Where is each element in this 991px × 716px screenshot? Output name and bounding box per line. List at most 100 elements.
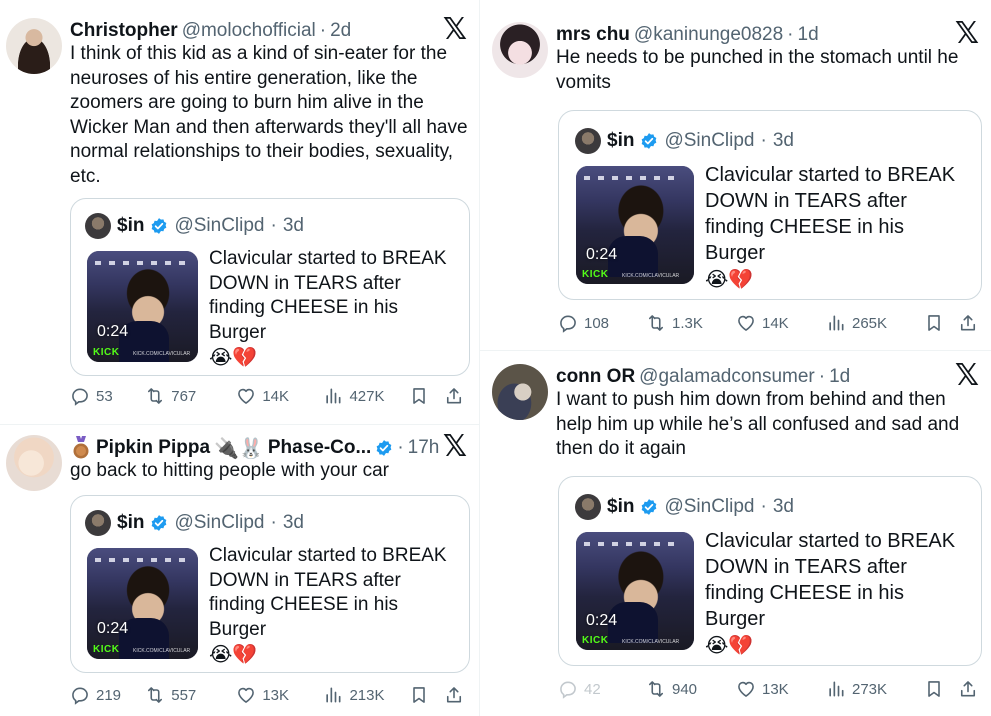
reply-button[interactable]: 53 [70, 386, 145, 406]
share-icon [447, 388, 462, 404]
handle[interactable]: @molochofficial [182, 20, 316, 42]
handle[interactable]: @galamadconsumer [639, 366, 815, 388]
avatar [575, 494, 601, 520]
reply-button[interactable]: 108 [558, 313, 646, 333]
views-button[interactable]: 213K [323, 685, 408, 705]
views-button[interactable]: 273K [826, 679, 924, 699]
tweet-header: Pipkin Pippa 🔌🐰 Phase-Co... · 17h [70, 435, 439, 461]
quoted-text: Clavicular started to BREAK DOWN in TEAR… [705, 162, 967, 292]
repost-button[interactable]: 557 [145, 685, 236, 705]
like-button[interactable]: 13K [736, 679, 826, 699]
timestamp[interactable]: 1d [798, 24, 819, 46]
tweet[interactable]: Christopher @molochofficial · 2d 𝕏 I thi… [6, 12, 474, 418]
tweet[interactable]: mrs chu @kaninunge0828 · 1d 𝕏 He needs t… [492, 19, 986, 342]
quoted-tweet[interactable]: $in @SinClipd · 3d 0:24 KICK KICK.COM/CL… [70, 198, 470, 376]
bookmark-icon [928, 315, 940, 331]
column-divider [479, 0, 480, 716]
like-icon [238, 687, 255, 703]
tweet-text: I want to push him down from behind and … [556, 389, 960, 459]
view-count: 213K [349, 686, 385, 704]
avatar[interactable] [6, 18, 62, 74]
watermark-url: KICK.COM/CLAVICULAR [622, 639, 680, 645]
name-emoji: 🔌🐰 [214, 436, 264, 460]
tweet-text: go back to hitting people with your car [70, 460, 389, 481]
repost-icon [648, 681, 664, 697]
quoted-tweet[interactable]: $in @SinClipd · 3d 0:24 KICK KICK.COM/CL… [70, 495, 470, 673]
separator-dot: · [270, 215, 277, 236]
handle: @SinClipd [174, 512, 265, 533]
repost-button[interactable]: 1.3K [646, 313, 736, 333]
reply-button[interactable]: 42 [558, 679, 646, 699]
share-icon [447, 687, 462, 703]
bookmark-button[interactable] [924, 679, 958, 699]
bookmark-button[interactable] [409, 685, 445, 705]
bookmark-icon [928, 681, 940, 697]
like-button[interactable]: 14K [736, 313, 826, 333]
repost-button[interactable]: 940 [646, 679, 736, 699]
avatar[interactable] [492, 22, 548, 78]
share-button[interactable] [444, 386, 468, 406]
watermark-url: KICK.COM/CLAVICULAR [133, 351, 191, 357]
timestamp[interactable]: 2d [330, 20, 351, 42]
video-thumbnail[interactable]: 0:24 KICK KICK.COM/CLAVICULAR [576, 166, 694, 284]
tweet[interactable]: Pipkin Pippa 🔌🐰 Phase-Co... · 17h 𝕏 go b… [6, 429, 474, 715]
like-button[interactable]: 13K [236, 685, 323, 705]
timestamp[interactable]: 17h [408, 437, 440, 459]
repost-icon [648, 315, 664, 331]
like-icon [738, 315, 754, 331]
reply-count: 42 [584, 680, 601, 698]
views-button[interactable]: 265K [826, 313, 924, 333]
watermark-url: KICK.COM/CLAVICULAR [133, 648, 191, 654]
emoji: 😭💔 [705, 267, 754, 291]
repost-count: 557 [171, 686, 197, 704]
video-thumbnail[interactable]: 0:24 KICK KICK.COM/CLAVICULAR [87, 548, 198, 659]
share-button[interactable] [958, 313, 980, 333]
views-icon [326, 388, 341, 404]
separator-dot: · [270, 512, 277, 533]
verified-badge-icon [640, 498, 658, 516]
video-thumbnail[interactable]: 0:24 KICK KICK.COM/CLAVICULAR [87, 251, 198, 362]
video-thumbnail[interactable]: 0:24 KICK KICK.COM/CLAVICULAR [576, 532, 694, 650]
verified-badge-icon [375, 439, 393, 457]
display-name[interactable]: mrs chu [556, 24, 630, 46]
views-button[interactable]: 427K [323, 386, 408, 406]
share-button[interactable] [958, 679, 980, 699]
x-logo-icon: 𝕏 [442, 12, 468, 47]
quoted-text-body: Clavicular started to BREAK DOWN in TEAR… [705, 530, 956, 630]
display-name[interactable]: Pipkin Pippa [96, 437, 210, 459]
separator-dot: · [397, 437, 404, 458]
kick-watermark: KICK [582, 269, 609, 280]
share-button[interactable] [444, 685, 468, 705]
bookmark-button[interactable] [924, 313, 958, 333]
tweet[interactable]: conn OR @galamadconsumer · 1d 𝕏 I want t… [492, 361, 986, 714]
bookmark-button[interactable] [409, 386, 445, 406]
display-name[interactable]: Christopher [70, 20, 178, 42]
views-icon [326, 687, 341, 703]
quoted-tweet[interactable]: $in @SinClipd · 3d 0:24 KICK KICK.COM/CL… [558, 476, 982, 666]
avatar [575, 128, 601, 154]
quoted-text: Clavicular started to BREAK DOWN in TEAR… [209, 544, 459, 667]
avatar[interactable] [492, 364, 548, 420]
video-duration: 0:24 [97, 620, 129, 637]
handle[interactable]: @kaninunge0828 [634, 24, 783, 46]
timestamp: 3d [282, 215, 304, 236]
divider [480, 350, 991, 351]
x-logo-icon: 𝕏 [442, 429, 468, 464]
like-count: 14K [762, 314, 789, 332]
display-name[interactable]: conn OR [556, 366, 635, 388]
view-count: 273K [852, 680, 888, 698]
reply-button[interactable]: 219 [70, 685, 145, 705]
quoted-tweet[interactable]: $in @SinClipd · 3d 0:24 KICK KICK.COM/CL… [558, 110, 982, 300]
timestamp: 3d [772, 496, 794, 517]
verified-badge-icon [150, 217, 168, 235]
timestamp[interactable]: 1d [829, 366, 850, 388]
repost-button[interactable]: 767 [145, 386, 236, 406]
display-name-suffix[interactable]: Phase-Co... [268, 437, 371, 459]
verified-badge-icon [640, 132, 658, 150]
share-icon [960, 681, 976, 697]
like-button[interactable]: 14K [236, 386, 323, 406]
reply-icon [72, 687, 88, 705]
avatar [85, 213, 111, 239]
video-duration: 0:24 [97, 323, 129, 340]
avatar[interactable] [6, 435, 62, 491]
